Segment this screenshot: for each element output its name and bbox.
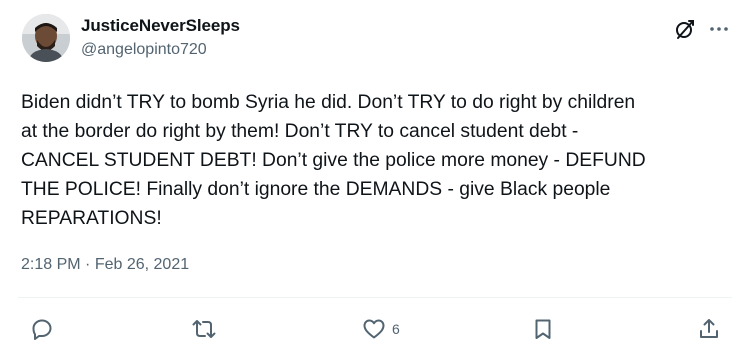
timestamp[interactable]: 2:18 PM · Feb 26, 2021 xyxy=(21,256,189,274)
like-button[interactable]: 6 xyxy=(362,317,400,341)
more-icon[interactable] xyxy=(707,17,731,41)
divider xyxy=(18,297,732,298)
reply-button[interactable] xyxy=(30,317,54,341)
tweet-time[interactable]: 2:18 PM xyxy=(21,256,81,273)
bookmark-icon xyxy=(535,319,551,339)
tweet-date[interactable]: Feb 26, 2021 xyxy=(95,256,189,273)
share-button[interactable] xyxy=(697,317,721,341)
display-name[interactable]: JusticeNeverSleeps xyxy=(81,16,240,36)
avatar[interactable] xyxy=(22,14,70,62)
heart-icon xyxy=(363,319,385,339)
retweet-icon xyxy=(192,320,216,338)
like-count: 6 xyxy=(392,321,400,337)
tweet-card: JusticeNeverSleeps @angelopinto720 Biden… xyxy=(0,0,750,359)
share-icon xyxy=(700,319,718,338)
reply-icon xyxy=(32,319,52,340)
grok-icon[interactable] xyxy=(673,17,697,41)
retweet-button[interactable] xyxy=(192,317,216,341)
tweet-text: Biden didn’t TRY to bomb Syria he did. D… xyxy=(21,92,646,229)
user-handle[interactable]: @angelopinto720 xyxy=(81,41,207,59)
timestamp-separator: · xyxy=(85,256,91,273)
bookmark-button[interactable] xyxy=(531,317,555,341)
avatar-image xyxy=(22,14,70,62)
